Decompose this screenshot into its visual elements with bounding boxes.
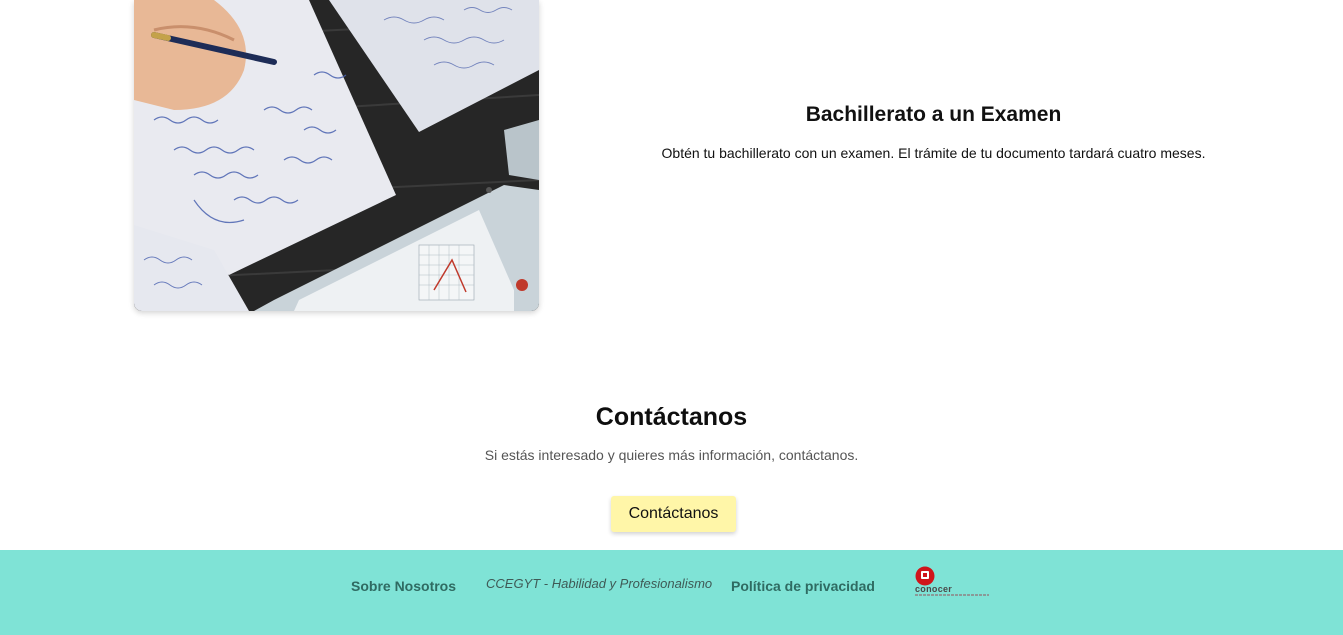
feature-title: Bachillerato a un Examen [805, 103, 1062, 126]
contact-title: Contáctanos [595, 403, 748, 431]
feature-image [134, 0, 539, 311]
page: Bachillerato a un Examen Obtén tu bachil… [0, 0, 1343, 635]
footer-link-privacy[interactable]: Política de privacidad [731, 577, 875, 595]
footer-tagline: CCEGYT - Habilidad y Profesionalismo [486, 576, 713, 591]
conocer-logo[interactable]: conocer [914, 566, 990, 600]
contact-section: Contáctanos Si estás interesado y quiere… [0, 401, 1343, 532]
feature-text-block: Bachillerato a un Examen Obtén tu bachil… [600, 102, 1267, 162]
feature-description: Obtén tu bachillerato con un examen. El … [661, 145, 1206, 161]
conocer-logo-icon [915, 566, 935, 586]
footer: Sobre Nosotros CCEGYT - Habilidad y Prof… [0, 550, 1343, 635]
math-worksheets-photo [134, 0, 539, 311]
conocer-logo-subline [915, 594, 989, 596]
contact-button[interactable]: Contáctanos [611, 496, 736, 532]
footer-link-about[interactable]: Sobre Nosotros [351, 577, 456, 595]
conocer-logo-text: conocer [915, 584, 953, 594]
contact-description: Si estás interesado y quieres más inform… [484, 447, 859, 463]
